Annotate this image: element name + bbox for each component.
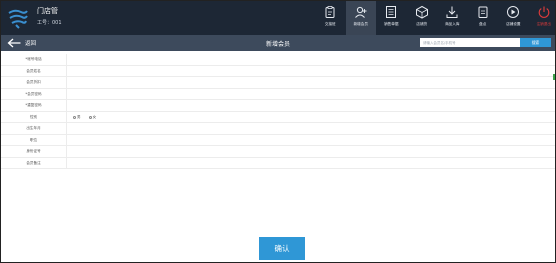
gender-option-female[interactable]: 女 (88, 115, 97, 120)
toolbar-store-goods[interactable]: 店铺货 (407, 1, 438, 35)
field-label: *会员密码 (1, 88, 67, 99)
scrollbar-thumb[interactable] (553, 74, 555, 80)
field-label: 职位 (1, 134, 67, 145)
app-window: 门店管 工号：001 交接班 新增会员 销售单据 店铺货 商品入库 盘点 店铺设… (0, 0, 556, 263)
form-row-phone: *帐号电话 (1, 54, 555, 67)
gender-label: 女 (92, 115, 97, 119)
toolbar-label: 店铺货 (416, 22, 428, 26)
toolbar-label: 注销退出 (536, 22, 551, 26)
top-bar: 门店管 工号：001 交接班 新增会员 销售单据 店铺货 商品入库 盘点 店铺设… (1, 1, 555, 35)
toolbar-label: 店铺设置 (506, 22, 521, 26)
checklist-icon (478, 6, 488, 18)
form-row-gender: 性别 男 女 (1, 111, 555, 123)
field-label: *重复密码 (1, 100, 67, 111)
toolbar-label: 交接班 (324, 22, 336, 26)
field-label: 会员折扣 (1, 77, 67, 88)
toolbar-sales-docs[interactable]: 销售单据 (376, 1, 407, 35)
toolbar-logout[interactable]: 注销退出 (529, 1, 556, 35)
toolbar-stock-in[interactable]: 商品入库 (437, 1, 468, 35)
staff-number: 工号：001 (37, 20, 62, 26)
field-label: 出生年月 (1, 123, 67, 134)
field-label: 会员备注 (1, 157, 67, 168)
toolbar-label: 销售单据 (384, 22, 399, 26)
radio-icon (73, 116, 76, 119)
toolbar-add-member[interactable]: 新增会员 (345, 1, 376, 35)
search-button[interactable]: 搜索 (520, 38, 551, 47)
form-row-password: *会员密码 (1, 88, 555, 101)
form-row-discount: 会员折扣 (1, 77, 555, 90)
form-row-birthdate: 出生年月 (1, 123, 555, 136)
remark-input[interactable] (68, 157, 555, 170)
field-label: 会员姓名 (1, 65, 67, 76)
main-toolbar: 交接班 新增会员 销售单据 店铺货 商品入库 盘点 店铺设置 注销退出 (315, 1, 556, 35)
field-label: 身份证号 (1, 146, 67, 157)
brand-logo-icon (7, 7, 29, 29)
member-search-input[interactable] (420, 38, 520, 47)
toolbar-store-settings[interactable]: 店铺设置 (498, 1, 529, 35)
radio-icon (88, 116, 92, 119)
gender-radio-group: 男 女 (73, 115, 96, 120)
download-icon (446, 6, 458, 18)
toolbar-shift-handover[interactable]: 交接班 (315, 1, 346, 35)
field-label: 性别 (1, 111, 67, 122)
confirm-button[interactable]: 确认 (259, 237, 305, 260)
form-row-name: 会员姓名 (1, 65, 555, 78)
toolbar-inventory-check[interactable]: 盘点 (468, 1, 499, 35)
toolbar-label: 盘点 (479, 22, 487, 26)
form-row-remark: 会员备注 (1, 157, 555, 170)
play-circle-icon (507, 6, 520, 18)
gender-option-male[interactable]: 男 (73, 115, 81, 120)
clipboard-icon (325, 6, 335, 18)
gender-label: 男 (77, 115, 81, 119)
form-row-id-number: 身份证号 (1, 146, 555, 159)
toolbar-label: 新增会员 (353, 22, 368, 26)
store-name: 门店管 (37, 7, 58, 15)
receipt-icon (386, 6, 397, 18)
toolbar-label: 商品入库 (445, 22, 460, 26)
sub-header: 返回 新增会员 搜索 (1, 35, 555, 51)
power-icon (538, 6, 550, 18)
box-icon (415, 5, 428, 19)
user-add-icon (354, 6, 367, 18)
form-row-position: 职位 (1, 134, 555, 147)
form-row-repeat-password: *重复密码 (1, 100, 555, 113)
field-label: *帐号电话 (1, 54, 67, 65)
member-form: *帐号电话 会员姓名 会员折扣 *会员密码 *重复密码 性别 男 女 出生年月 (1, 54, 555, 170)
